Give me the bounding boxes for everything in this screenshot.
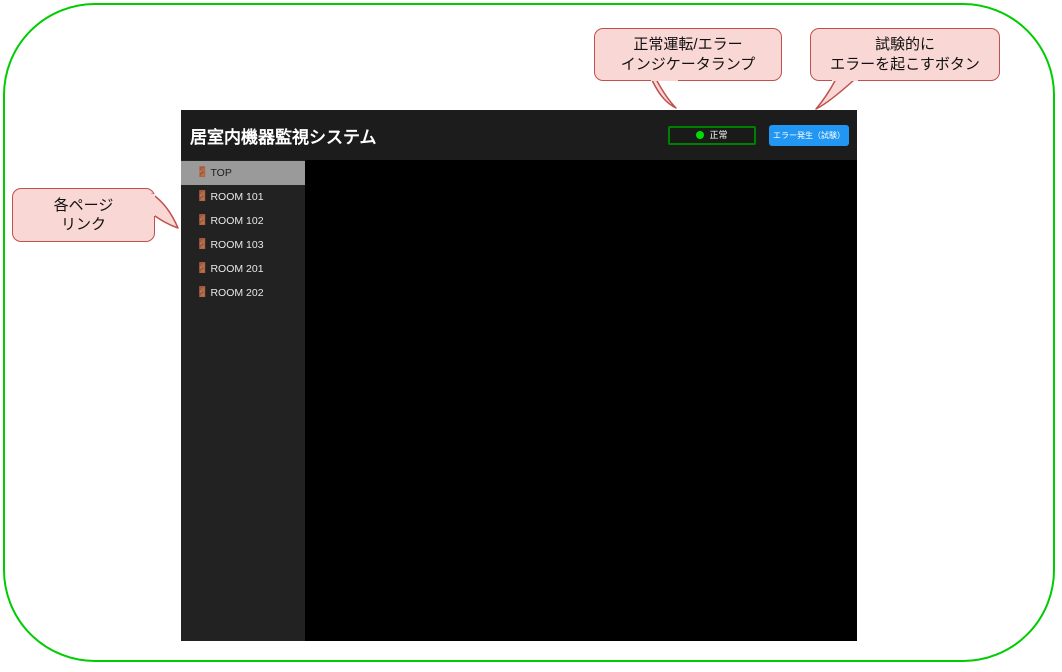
door-icon: 🚪 xyxy=(196,263,209,274)
status-indicator-lamp: 正常 xyxy=(668,125,756,145)
trigger-error-button[interactable]: エラー発生（試験） xyxy=(769,124,849,146)
status-lamp-icon xyxy=(696,131,705,139)
door-icon: 🚪 xyxy=(196,191,209,202)
door-icon: 🚪 xyxy=(196,287,209,298)
sidebar-item-label: ROOM 103 xyxy=(210,239,264,251)
annotation-callout-indicator: 正常運転/エラー インジケータランプ xyxy=(594,28,782,81)
sidebar-item-room-103[interactable]: 🚪 ROOM 103 xyxy=(181,233,305,257)
sidebar-item-label: ROOM 201 xyxy=(210,263,264,275)
sidebar-item-label: ROOM 101 xyxy=(210,191,264,203)
app-body: 🚪 TOP 🚪 ROOM 101 🚪 ROOM 102 🚪 ROOM 103 🚪… xyxy=(181,160,857,641)
header-controls: 正常 エラー発生（試験） xyxy=(668,124,849,146)
sidebar-item-label: ROOM 102 xyxy=(210,215,264,227)
annotation-line: インジケータランプ xyxy=(620,55,756,73)
sidebar-nav: 🚪 TOP 🚪 ROOM 101 🚪 ROOM 102 🚪 ROOM 103 🚪… xyxy=(181,160,305,641)
page-title: 居室内機器監視システム xyxy=(190,127,377,147)
door-icon: 🚪 xyxy=(196,167,209,178)
annotation-callout-error-button: 試験的に エラーを起こすボタン xyxy=(810,28,1000,81)
annotation-line: リンク xyxy=(60,216,106,233)
sidebar-item-room-102[interactable]: 🚪 ROOM 102 xyxy=(181,209,305,233)
annotation-line: 各ページ xyxy=(53,196,114,214)
annotation-callout-page-links: 各ページ リンク xyxy=(12,188,155,242)
annotation-line: 試験的に xyxy=(874,36,935,54)
app-header: 居室内機器監視システム 正常 エラー発生（試験） xyxy=(181,110,857,160)
sidebar-item-room-101[interactable]: 🚪 ROOM 101 xyxy=(181,185,305,209)
door-icon: 🚪 xyxy=(196,239,209,250)
door-icon: 🚪 xyxy=(196,215,209,226)
sidebar-item-top[interactable]: 🚪 TOP xyxy=(181,161,305,185)
application-window: 居室内機器監視システム 正常 エラー発生（試験） 🚪 TOP 🚪 ROOM 10… xyxy=(181,110,857,641)
annotation-line: エラーを起こすボタン xyxy=(830,55,980,73)
status-badge: 正常 xyxy=(709,129,728,140)
main-content-area xyxy=(305,160,857,641)
sidebar-item-room-201[interactable]: 🚪 ROOM 201 xyxy=(181,257,305,281)
annotation-line: 正常運転/エラー xyxy=(633,36,743,54)
sidebar-item-label: ROOM 202 xyxy=(210,287,264,299)
sidebar-item-label: TOP xyxy=(210,167,232,179)
sidebar-item-room-202[interactable]: 🚪 ROOM 202 xyxy=(181,281,305,305)
